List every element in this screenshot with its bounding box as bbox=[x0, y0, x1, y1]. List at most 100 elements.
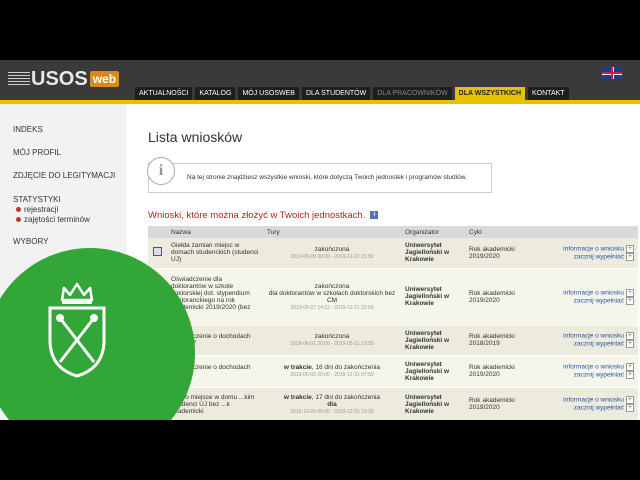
tab-aktualnosci[interactable]: AKTUALNOŚCI bbox=[135, 87, 193, 100]
row-cycle: Rok akademicki 2019/2020 bbox=[465, 238, 529, 269]
row-tury: w trakcie, 17 dni do zakończenia dla 201… bbox=[263, 387, 401, 420]
row-dates: 2019-09-09 00:00 - 2019-11-22 23:59 bbox=[290, 253, 374, 260]
sidebar-item-indeks[interactable]: INDEKS bbox=[13, 125, 43, 134]
row-organizer: Uniwersytet Jagielloński w Krakowie bbox=[401, 238, 465, 269]
row-cycle: Rok akademicki 2019/2020 bbox=[465, 355, 529, 388]
row-tury: zakończona dla doktorantów w szkołach do… bbox=[263, 268, 401, 326]
sidebar-item-moj-profil[interactable]: MÓJ PROFIL bbox=[13, 148, 61, 157]
header-actions bbox=[529, 226, 638, 238]
plus-icon: + bbox=[626, 340, 634, 348]
info-link[interactable]: informacje o wniosku + bbox=[533, 244, 634, 253]
info-link[interactable]: informacje o wniosku + bbox=[533, 363, 634, 371]
row-actions: informacje o wniosku + zacznij wypełniać + bbox=[529, 268, 638, 326]
uk-flag-icon[interactable] bbox=[602, 67, 622, 79]
info-text: Na tej stronie znajdziesz wszystkie wnio… bbox=[187, 174, 467, 181]
plus-icon: + bbox=[626, 371, 634, 379]
plus-icon: + bbox=[626, 363, 634, 371]
row-organizer: Uniwersytet Jagielloński w Krakowie bbox=[401, 387, 465, 420]
row-cycle: Rok akademicki 2019/2020 bbox=[465, 387, 529, 420]
start-filling-link[interactable]: zacznij wypełniać + bbox=[533, 404, 634, 412]
row-tury: zakończona 2019-09-09 00:00 - 2019-11-22… bbox=[263, 238, 401, 269]
row-cycle: Rok akademicki 2019/2020 bbox=[465, 268, 529, 326]
page-title: Lista wniosków bbox=[148, 129, 243, 145]
row-checkbox-icon[interactable] bbox=[153, 247, 162, 257]
header-organizator: Organizator bbox=[401, 226, 465, 238]
row-dates: 2019-09-27 14:12 - 2019-11-21 23:59 bbox=[290, 304, 374, 311]
row-status: zakończona bbox=[314, 333, 350, 340]
main-content: Lista wniosków i Na tej stronie znajdzie… bbox=[127, 104, 640, 420]
row-status-bold: w trakcie bbox=[283, 364, 312, 371]
row-organizer: Uniwersytet Jagielloński w Krakowie bbox=[401, 355, 465, 388]
info-link[interactable]: informacje o wniosku + bbox=[533, 332, 634, 340]
logo-lines-icon bbox=[8, 72, 30, 86]
row-organizer: Uniwersytet Jagielloński w Krakowie bbox=[401, 268, 465, 326]
info-icon: i bbox=[147, 157, 175, 185]
plus-icon: + bbox=[626, 404, 634, 412]
sidebar-item-statystyki[interactable]: STATYSTYKI bbox=[13, 195, 61, 204]
plus-icon: + bbox=[626, 252, 634, 261]
plus-icon: + bbox=[626, 244, 634, 253]
section-title: Wnioski, które można złożyć w Twoich jed… bbox=[148, 210, 379, 221]
row-dates: 2019-06-03 20:00 - 2019-12-31 07:59 bbox=[290, 372, 374, 378]
table-row: Oświadczenie o dochodach 2018 w trakcie,… bbox=[148, 355, 638, 388]
help-icon[interactable]: i bbox=[370, 211, 379, 220]
tab-dla-studentow[interactable]: DLA STUDENTÓW bbox=[301, 87, 371, 100]
sidebar-subitem-rejestracji[interactable]: rejestracji bbox=[16, 205, 58, 214]
row-status: w trakcie, 17 dni do zakończenia bbox=[283, 393, 381, 401]
row-status: zakończona bbox=[314, 245, 350, 253]
row-actions: informacje o wniosku + zacznij wypełniać + bbox=[529, 387, 638, 420]
tab-katalog[interactable]: KATALOG bbox=[195, 87, 236, 100]
plus-icon: + bbox=[626, 396, 634, 404]
table-row: Giełda zamian miejsc w domach studenckic… bbox=[148, 238, 638, 269]
header-nazwa: Nazwa bbox=[167, 226, 263, 238]
table-row: Oświadczenie o dochodach rok 2017 zakońc… bbox=[148, 325, 638, 356]
sidebar-item-zdjecie[interactable]: ZDJĘCIE DO LEGITYMACJI bbox=[13, 171, 115, 180]
row-dates: 2019-10-28 00:00 - 2019-12-31 19:30 bbox=[290, 408, 374, 415]
row-status-bold: w trakcie bbox=[283, 393, 312, 401]
row-actions: informacje o wniosku + zacznij wypełniać + bbox=[529, 238, 638, 269]
row-tury: zakończona 2018-06-01 20:00 - 2019-05-31… bbox=[263, 325, 401, 356]
row-actions: informacje o wniosku + zacznij wypełniać + bbox=[529, 325, 638, 356]
row-actions: informacje o wniosku + zacznij wypełniać + bbox=[529, 355, 638, 388]
main-nav: AKTUALNOŚCI KATALOG MÓJ USOSWEB DLA STUD… bbox=[135, 87, 569, 100]
logo-badge: web bbox=[89, 71, 120, 87]
tab-dla-wszystkich[interactable]: DLA WSZYSTKICH bbox=[454, 87, 526, 100]
table-header-row: Nazwa Tury Organizator Cykl bbox=[148, 226, 638, 238]
row-detail: dla bbox=[327, 400, 337, 408]
section-title-text: Wnioski, które można złożyć w Twoich jed… bbox=[148, 210, 366, 221]
row-detail: dla doktorantów w szkołach doktorskich b… bbox=[268, 289, 396, 304]
row-organizer: Uniwersytet Jagielloński w Krakowie bbox=[401, 325, 465, 356]
usosweb-logo[interactable]: USOS web bbox=[8, 68, 120, 90]
sidebar-subitem-zajetosci[interactable]: zajętości terminów bbox=[16, 215, 90, 224]
tab-moj-usosweb[interactable]: MÓJ USOSWEB bbox=[238, 87, 299, 100]
plus-icon: + bbox=[626, 288, 634, 297]
header-tury: Tury bbox=[263, 226, 401, 238]
start-filling-link[interactable]: zacznij wypełniać + bbox=[533, 252, 634, 261]
start-filling-link[interactable]: zacznij wypełniać + bbox=[533, 371, 634, 379]
tab-dla-pracownikow[interactable]: DLA PRACOWNIKÓW bbox=[373, 87, 452, 100]
top-header: USOS web AKTUALNOŚCI KATALOG MÓJ USOSWEB… bbox=[0, 60, 640, 104]
row-tury: w trakcie, 16 dni do zakończenia 2019-06… bbox=[263, 355, 401, 388]
tab-kontakt[interactable]: KONTAKT bbox=[528, 87, 569, 100]
table-row: ...ek o miejsce w domu ...kim (studenci … bbox=[148, 387, 638, 420]
row-status: w trakcie, 16 dni do zakończenia bbox=[283, 364, 381, 371]
row-dates: 2018-06-01 20:00 - 2019-05-31 23:59 bbox=[290, 341, 374, 347]
sidebar-item-wybory[interactable]: WYBORY bbox=[13, 237, 48, 246]
info-box: i Na tej stronie znajdziesz wszystkie wn… bbox=[147, 157, 492, 193]
header-cykl: Cykl bbox=[465, 226, 529, 238]
row-cycle: Rok akademicki 2018/2019 bbox=[465, 325, 529, 356]
plus-icon: + bbox=[626, 332, 634, 340]
info-link[interactable]: informacje o wniosku + bbox=[533, 288, 634, 297]
usos-screen: USOS web AKTUALNOŚCI KATALOG MÓJ USOSWEB… bbox=[0, 60, 640, 420]
start-filling-link[interactable]: zacznij wypełniać + bbox=[533, 296, 634, 305]
start-filling-link[interactable]: zacznij wypełniać + bbox=[533, 340, 634, 348]
row-name: Giełda zamian miejsc w domach studenckic… bbox=[167, 238, 263, 269]
row-status: zakończona bbox=[314, 282, 350, 290]
info-link[interactable]: informacje o wniosku + bbox=[533, 396, 634, 404]
table-row: Oświadczenie dla doktorantów w szkole do… bbox=[148, 268, 638, 326]
header-check bbox=[148, 226, 167, 238]
requests-table: Nazwa Tury Organizator Cykl Giełda zamia… bbox=[148, 226, 638, 420]
logo-text: USOS bbox=[31, 68, 88, 90]
plus-icon: + bbox=[626, 296, 634, 305]
uj-crest-crown-scepters-icon bbox=[48, 282, 106, 378]
